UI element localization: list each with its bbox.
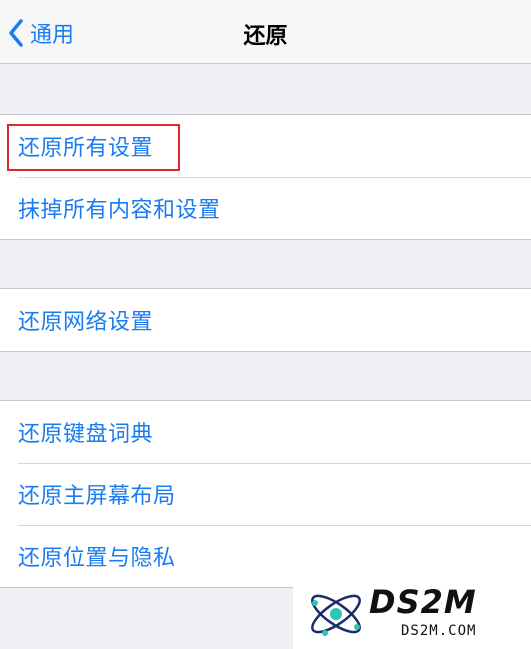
page-title: 还原	[243, 24, 288, 49]
highlight-box	[7, 124, 180, 171]
reset-group-2: 还原网络设置	[0, 288, 531, 352]
cell-label: 还原键盘词典	[18, 422, 154, 447]
navigation-bar: 通用 还原	[0, 0, 531, 64]
cell-label: 还原位置与隐私	[18, 546, 176, 571]
reset-home-screen-layout-cell[interactable]: 还原主屏幕布局	[0, 463, 531, 525]
cell-label: 还原网络设置	[18, 310, 154, 335]
watermark-text: DS2M	[369, 583, 477, 621]
reset-location-privacy-cell[interactable]: 还原位置与隐私	[0, 525, 531, 587]
reset-network-settings-cell[interactable]: 还原网络设置	[0, 289, 531, 351]
reset-group-3: 还原键盘词典 还原主屏幕布局 还原位置与隐私	[0, 400, 531, 588]
atom-logo-icon	[305, 583, 367, 649]
erase-all-content-cell[interactable]: 抹掉所有内容和设置	[0, 177, 531, 239]
watermark: DS2M DS2M.COM	[293, 581, 531, 649]
cell-label: 还原主屏幕布局	[18, 484, 176, 509]
reset-keyboard-dictionary-cell[interactable]: 还原键盘词典	[0, 401, 531, 463]
cell-label: 抹掉所有内容和设置	[18, 198, 221, 223]
watermark-subtext: DS2M.COM	[401, 623, 477, 639]
